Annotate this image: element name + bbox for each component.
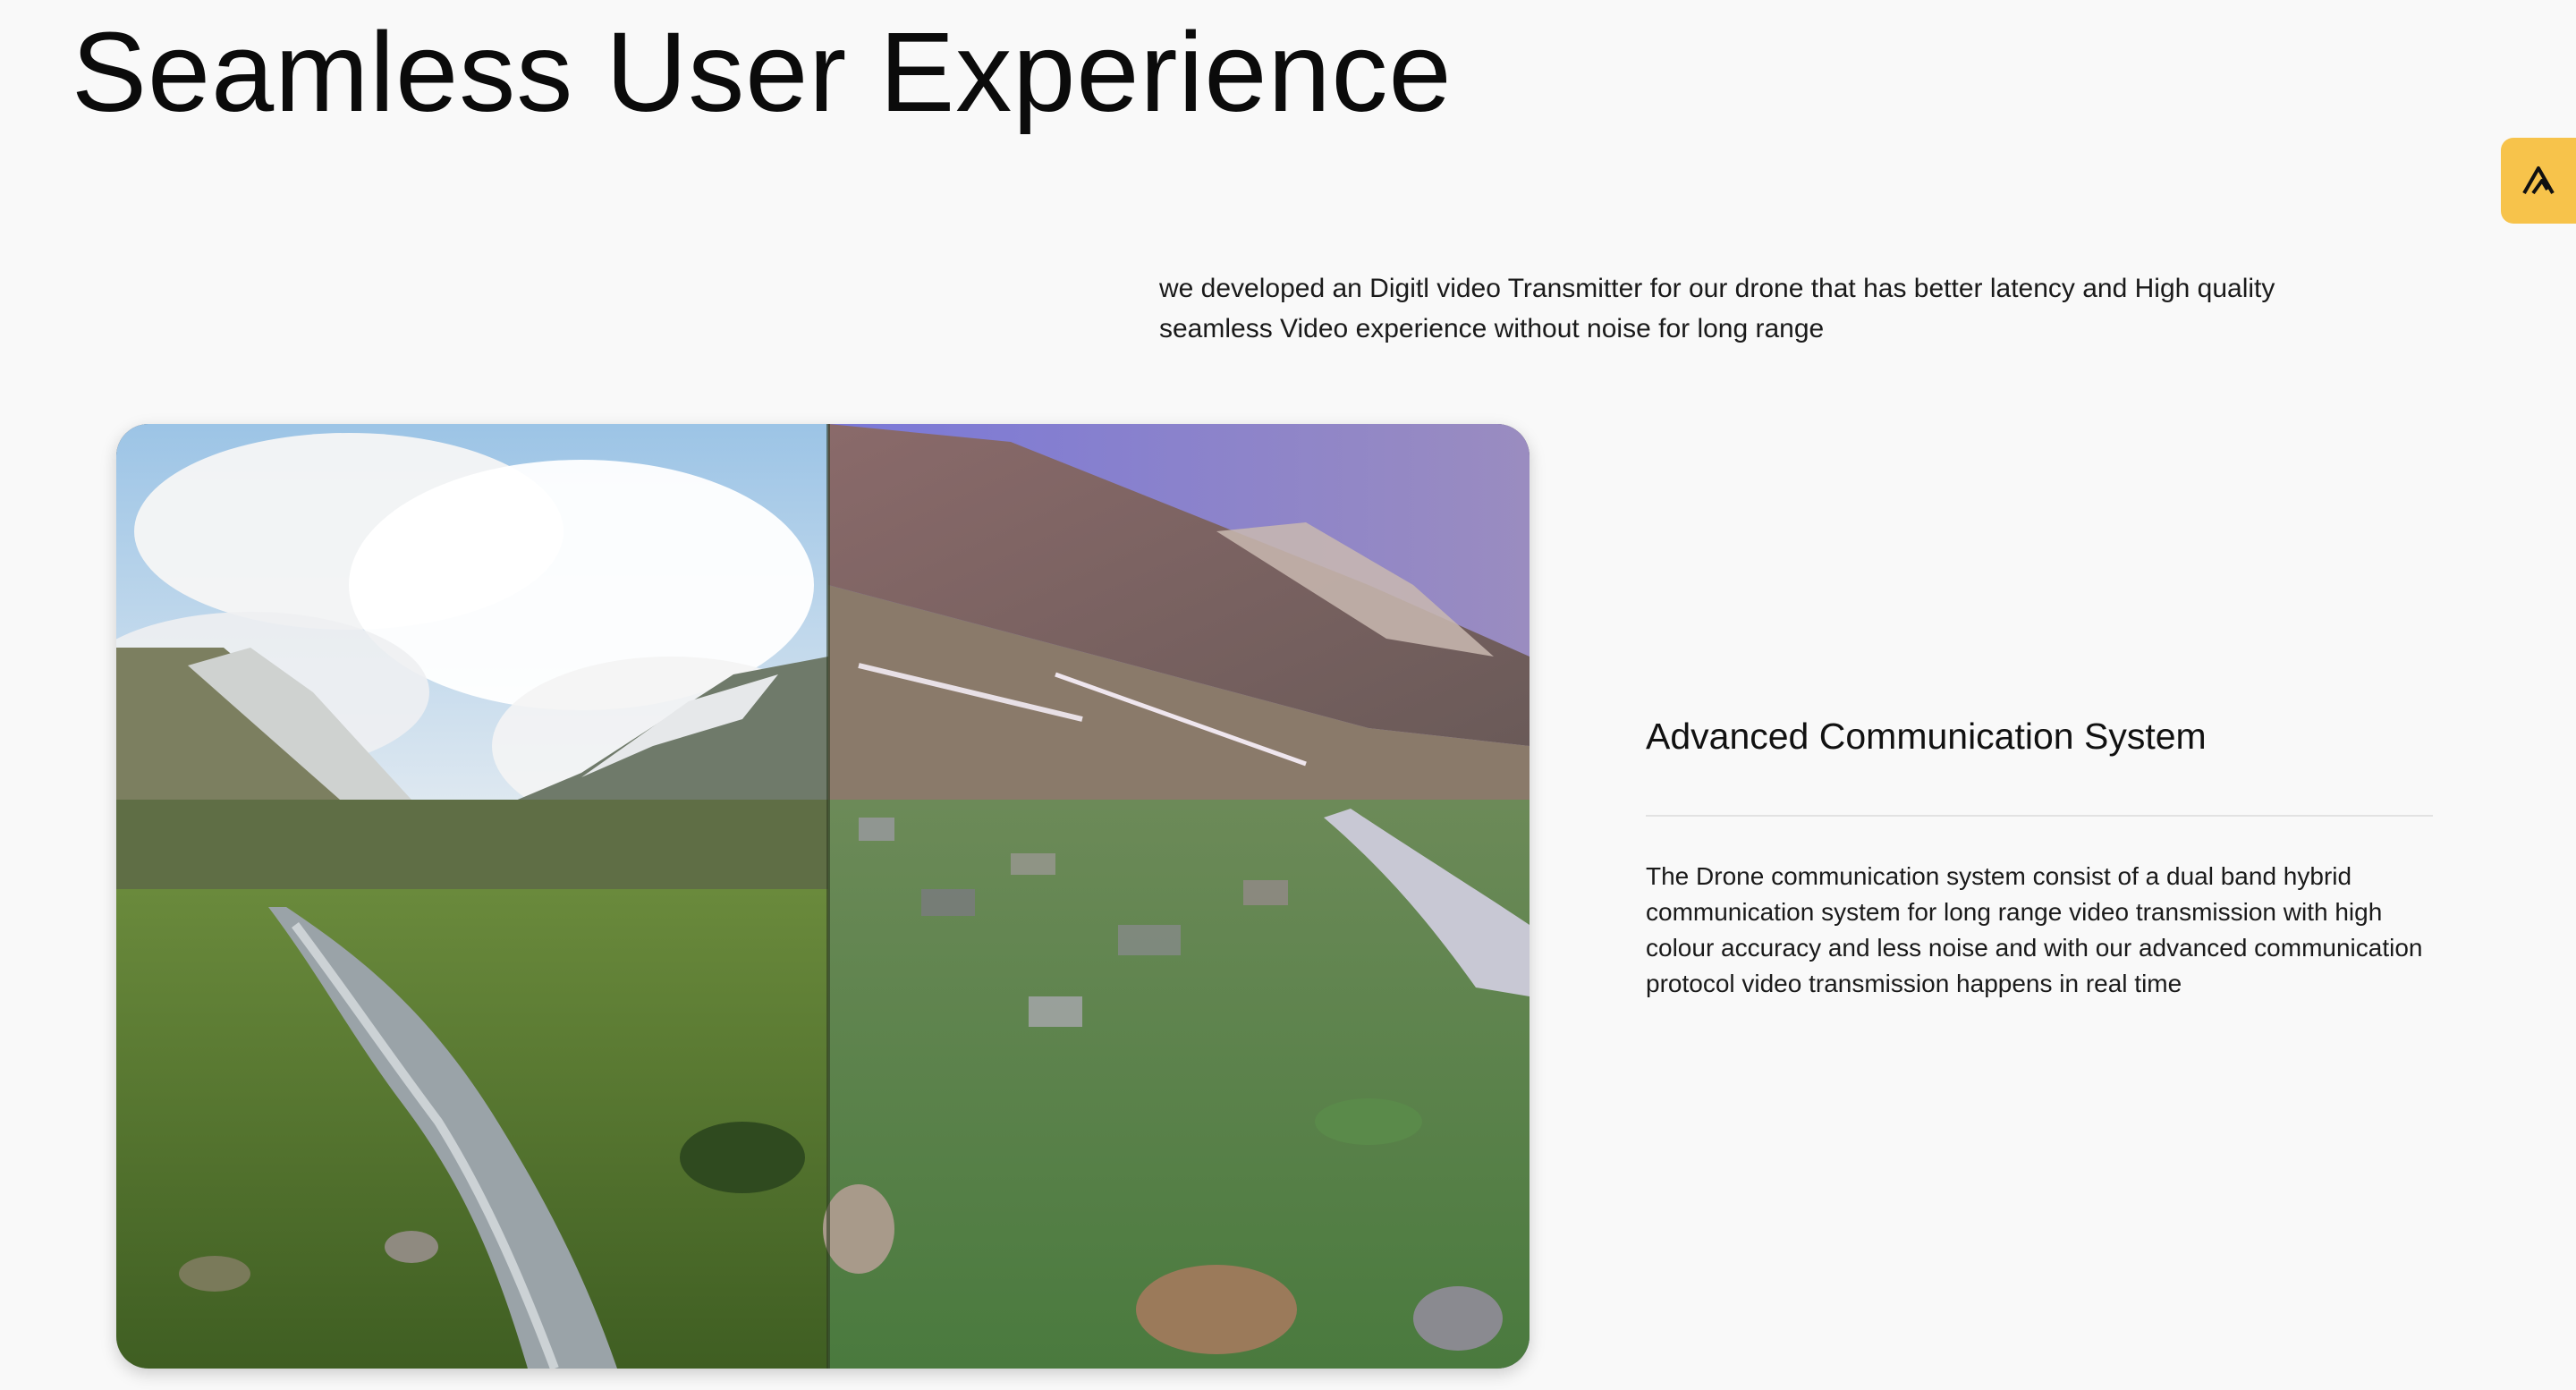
video-comparison-image	[116, 424, 1530, 1369]
intro-paragraph: we developed an Digitl video Transmitter…	[1159, 274, 2275, 343]
noisy-video-frame	[823, 424, 1530, 1369]
feature-description: The Drone communication system consist o…	[1646, 862, 2423, 997]
brand-logo-icon	[2522, 166, 2555, 195]
divider	[1646, 815, 2433, 817]
floating-widget-button[interactable]	[2501, 138, 2576, 224]
feature-title: Advanced Communication System	[1646, 716, 2207, 757]
video-comparison[interactable]	[116, 424, 1530, 1369]
clean-video-frame	[116, 424, 850, 1369]
page: Seamless User Experience we developed an…	[0, 0, 2576, 1390]
page-title: Seamless User Experience	[72, 9, 1453, 135]
